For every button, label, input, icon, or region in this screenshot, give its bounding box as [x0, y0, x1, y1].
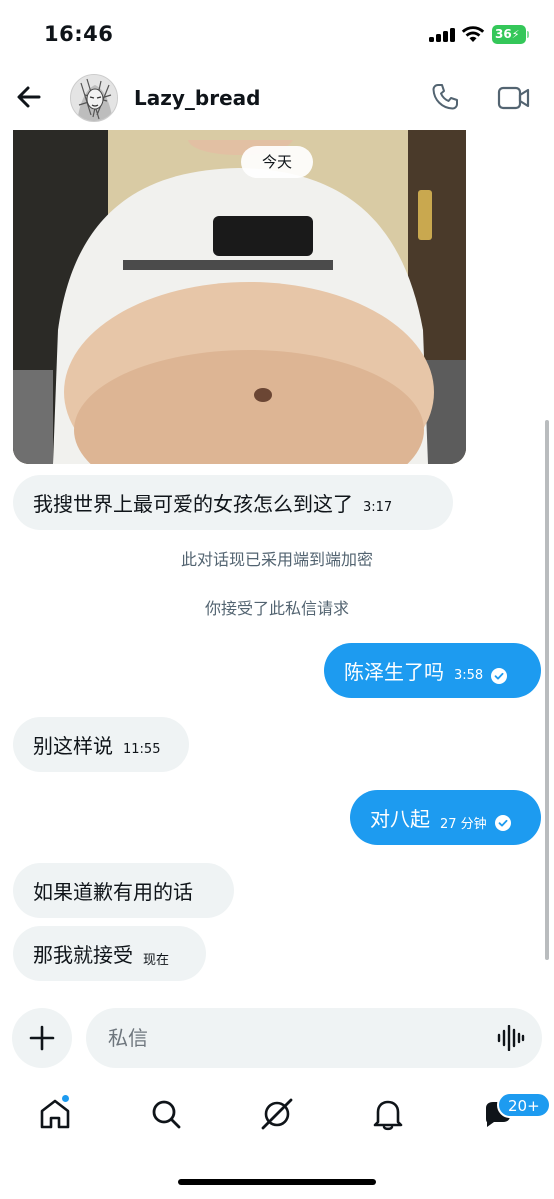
image-message[interactable]: [13, 130, 466, 464]
back-arrow-icon[interactable]: [12, 80, 46, 114]
wifi-icon: [461, 26, 485, 42]
read-check-icon: [491, 667, 508, 684]
avatar-image: [71, 75, 117, 121]
message-text: 那我就接受: [33, 943, 133, 967]
battery-tip: [527, 31, 529, 38]
message-bubble-incoming[interactable]: 如果道歉有用的话: [13, 863, 234, 918]
scrollbar[interactable]: [545, 420, 549, 960]
plus-icon: [29, 1025, 55, 1051]
message-time: 3:58: [454, 668, 484, 683]
messages-badge: 20+: [497, 1092, 551, 1118]
add-media-button[interactable]: [12, 1008, 72, 1068]
message-text: 对八起: [370, 807, 430, 831]
encryption-notice: 此对话现已采用端到端加密: [180, 550, 373, 569]
message-bubble-incoming[interactable]: 别这样说 11:55: [13, 717, 189, 772]
home-indicator[interactable]: [178, 1179, 376, 1185]
read-check-icon: [494, 814, 511, 831]
battery-level: 36: [495, 27, 512, 41]
message-bubble-outgoing[interactable]: 陈泽生了吗 3:58: [324, 643, 541, 698]
cellular-signal-icon: [429, 28, 455, 42]
notifications-bell-icon[interactable]: [370, 1096, 406, 1132]
conversation-username[interactable]: Lazy_bread: [134, 86, 260, 110]
voice-message-icon[interactable]: [497, 1025, 525, 1051]
conversation-header: Lazy_bread: [0, 66, 554, 130]
video-call-icon[interactable]: [497, 83, 531, 113]
message-time: 11:55: [123, 742, 161, 757]
message-text: 如果道歉有用的话: [33, 880, 193, 904]
status-bar: 16:46 36⚡: [0, 0, 554, 64]
phone-call-icon[interactable]: [430, 82, 460, 112]
grok-icon[interactable]: [259, 1096, 295, 1132]
date-separator: 今天: [241, 146, 313, 178]
battery-indicator: 36⚡: [492, 25, 526, 44]
message-text: 别这样说: [33, 734, 113, 758]
message-input[interactable]: [86, 1008, 542, 1068]
message-bubble-outgoing[interactable]: 对八起 27 分钟: [350, 790, 541, 845]
avatar[interactable]: [70, 74, 118, 122]
message-bubble-incoming[interactable]: 那我就接受 现在: [13, 926, 206, 981]
bottom-navigation: [0, 1084, 554, 1154]
message-text: 我搜世界上最可爱的女孩怎么到这了: [33, 492, 353, 516]
search-icon[interactable]: [148, 1096, 184, 1132]
home-notification-dot: [61, 1094, 70, 1103]
status-time: 16:46: [44, 22, 114, 46]
message-time: 现在: [143, 953, 170, 968]
message-time: 27 分钟: [440, 817, 487, 832]
message-bubble-incoming[interactable]: 我搜世界上最可爱的女孩怎么到这了 3:17: [13, 475, 453, 530]
message-text: 陈泽生了吗: [344, 660, 444, 684]
message-time: 3:17: [363, 500, 393, 515]
request-accepted-notice: 你接受了此私信请求: [204, 599, 349, 618]
photo-content: [13, 130, 466, 464]
